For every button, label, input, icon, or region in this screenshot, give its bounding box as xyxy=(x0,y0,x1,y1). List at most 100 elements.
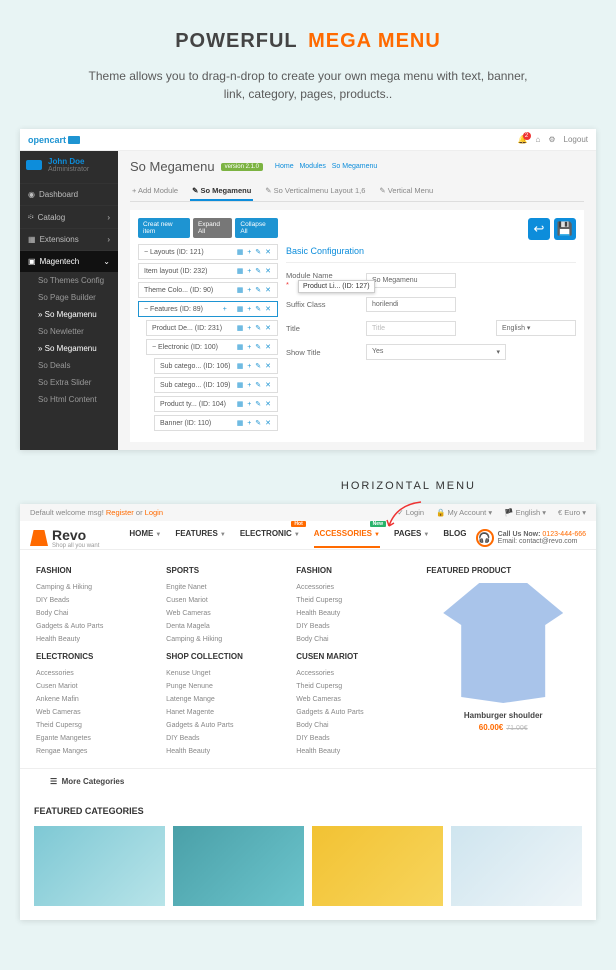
featured-heading: FEATURED PRODUCT xyxy=(426,566,580,575)
sidebar-sub[interactable]: » So Megamenu xyxy=(20,306,118,323)
mega-link[interactable]: Accessories xyxy=(36,667,154,680)
language-switch[interactable]: 🏴 English ▾ xyxy=(504,508,546,517)
mega-link[interactable]: Gadgets & Auto Parts xyxy=(296,706,414,719)
mega-link[interactable]: DIY Beads xyxy=(36,594,154,607)
nav-electronic[interactable]: HotELECTRONIC▼ xyxy=(240,529,300,548)
tree-item[interactable]: Sub catego... (ID: 109)▦ + ✎ ✕ xyxy=(154,377,278,393)
featured-image[interactable] xyxy=(443,583,563,703)
mega-link[interactable]: Camping & Hiking xyxy=(166,633,284,646)
mega-link[interactable]: DIY Beads xyxy=(296,620,414,633)
category-tile[interactable] xyxy=(173,826,304,906)
mega-link[interactable]: Body Chai xyxy=(36,607,154,620)
mega-heading: SPORTS xyxy=(166,566,284,575)
tree-item[interactable]: Theme Colo... (ID: 90)▦ + ✎ ✕ xyxy=(138,282,278,298)
category-tile[interactable] xyxy=(451,826,582,906)
nav-blog[interactable]: BLOG xyxy=(443,529,466,548)
category-tile[interactable] xyxy=(312,826,443,906)
sidebar-sub[interactable]: So Extra Slider xyxy=(20,374,118,391)
mega-link[interactable]: Cusen Mariot xyxy=(36,680,154,693)
mega-link[interactable]: DIY Beads xyxy=(296,732,414,745)
mega-link[interactable]: Health Beauty xyxy=(296,745,414,758)
mega-link[interactable]: Health Beauty xyxy=(166,745,284,758)
mega-link[interactable]: Health Beauty xyxy=(36,633,154,646)
register-link[interactable]: Register xyxy=(106,508,134,517)
mega-link[interactable]: Web Cameras xyxy=(296,693,414,706)
mega-link[interactable]: Gadgets & Auto Parts xyxy=(166,719,284,732)
breadcrumb[interactable]: Home Modules So Megamenu xyxy=(275,163,377,170)
currency-switch[interactable]: € Euro ▾ xyxy=(558,508,586,517)
mega-link[interactable]: Theid Cupersg xyxy=(296,594,414,607)
show-title-select[interactable]: Yes ▾ xyxy=(366,344,506,360)
tree-item[interactable]: Product De... (ID: 231)▦ + ✎ ✕ xyxy=(146,320,278,336)
sidebar-item-catalog[interactable]: ፨Catalog› xyxy=(20,205,118,228)
mega-link[interactable]: Latenge Mange xyxy=(166,693,284,706)
module-name-input[interactable]: So Megamenu xyxy=(366,273,456,288)
mega-link[interactable]: Health Beauty xyxy=(296,607,414,620)
mega-link[interactable]: Gadgets & Auto Parts xyxy=(36,620,154,633)
nav-features[interactable]: FEATURES▼ xyxy=(175,529,225,548)
mega-link[interactable]: Body Chai xyxy=(296,633,414,646)
more-categories[interactable]: ☰ More Categories xyxy=(20,769,596,794)
sidebar-sub[interactable]: So Page Builder xyxy=(20,289,118,306)
mega-link[interactable]: Punge Nenune xyxy=(166,680,284,693)
nav-accessories[interactable]: NewACCESSORIES▼ xyxy=(314,529,380,548)
mega-link[interactable]: Ankene Mafin xyxy=(36,693,154,706)
mega-link[interactable]: Theid Cupersg xyxy=(296,680,414,693)
mega-link[interactable]: Body Chai xyxy=(296,719,414,732)
home-icon[interactable]: ⌂ xyxy=(536,135,541,144)
mega-link[interactable]: Hanet Magente xyxy=(166,706,284,719)
nav-pages[interactable]: PAGES▼ xyxy=(394,529,429,548)
title-input[interactable]: Title xyxy=(366,321,456,336)
save-button[interactable]: 💾 xyxy=(554,218,576,240)
tree-item[interactable]: Sub catego... (ID: 106)▦ + ✎ ✕ xyxy=(154,358,278,374)
mega-link[interactable]: DIY Beads xyxy=(166,732,284,745)
create-item-button[interactable]: Creat new item xyxy=(138,218,190,238)
sidebar-sub[interactable]: So Themes Config xyxy=(20,272,118,289)
sidebar-item-dashboard[interactable]: ◉Dashboard xyxy=(20,183,118,205)
mega-link[interactable]: Rengae Manges xyxy=(36,745,154,758)
mega-link[interactable]: Accessories xyxy=(296,667,414,680)
mega-link[interactable]: Camping & Hiking xyxy=(36,581,154,594)
tree-item-selected[interactable]: − Features (ID: 89)+ ▦ + ✎ ✕ xyxy=(138,301,278,317)
mega-link[interactable]: Engite Nanet xyxy=(166,581,284,594)
mega-link[interactable]: Web Cameras xyxy=(166,607,284,620)
sidebar-item-magentech[interactable]: ▣Magentech⌄ xyxy=(20,250,118,272)
my-account[interactable]: 🔒 My Account ▾ xyxy=(436,508,492,517)
collapse-all-button[interactable]: Collapse All xyxy=(235,218,278,238)
featured-name[interactable]: Hamburger shoulder xyxy=(426,711,580,720)
notification-bell-icon[interactable]: 🔔2 xyxy=(518,135,528,144)
settings-icon[interactable]: ⚙ xyxy=(548,135,555,144)
tab-add-module[interactable]: + Add Module xyxy=(130,182,180,201)
mega-heading: FASHION xyxy=(36,566,154,575)
tab-so-megamenu[interactable]: ✎ So Megamenu xyxy=(190,182,253,201)
logout-link[interactable]: Logout xyxy=(564,135,588,144)
revo-logo[interactable]: RevoShop all you want xyxy=(30,527,99,549)
mega-link[interactable]: Theid Cupersg xyxy=(36,719,154,732)
mega-link[interactable]: Egante Mangetes xyxy=(36,732,154,745)
tree-item[interactable]: Product ty... (ID: 104)▦ + ✎ ✕ xyxy=(154,396,278,412)
expand-all-button[interactable]: Expand All xyxy=(193,218,232,238)
login-link[interactable]: Login xyxy=(145,508,163,517)
mega-link[interactable]: Denta Magela xyxy=(166,620,284,633)
mega-link[interactable]: Kenuse Unget xyxy=(166,667,284,680)
category-tile[interactable] xyxy=(34,826,165,906)
suffix-input[interactable]: horilendi xyxy=(366,297,456,312)
sidebar-sub[interactable]: So Newletter xyxy=(20,323,118,340)
mega-link[interactable]: Web Cameras xyxy=(36,706,154,719)
sidebar-sub[interactable]: » So Megamenu xyxy=(20,340,118,357)
sidebar-sub[interactable]: So Html Content xyxy=(20,391,118,408)
sidebar-sub[interactable]: So Deals xyxy=(20,357,118,374)
tree-item[interactable]: − Layouts (ID: 121)▦ + ✎ ✕ xyxy=(138,244,278,260)
undo-button[interactable]: ↩ xyxy=(528,218,550,240)
nav-home[interactable]: HOME▼ xyxy=(129,529,161,548)
tree-item[interactable]: − Electronic (ID: 100)▦ + ✎ ✕ xyxy=(146,339,278,355)
language-select[interactable]: English ▾ xyxy=(496,320,576,336)
sidebar-item-extensions[interactable]: ▦Extensions› xyxy=(20,228,118,250)
tab-verticalmenu[interactable]: ✎ So Verticalmenu Layout 1,6 xyxy=(263,182,367,201)
tab-vertical[interactable]: ✎ Vertical Menu xyxy=(377,182,435,201)
mega-link[interactable]: Accessories xyxy=(296,581,414,594)
tree-item[interactable]: Item layout (ID: 232)▦ + ✎ ✕ xyxy=(138,263,278,279)
tree-item[interactable]: Banner (ID: 110)▦ + ✎ ✕ xyxy=(154,415,278,431)
mega-heading: CUSEN MARIOT xyxy=(296,652,414,661)
mega-link[interactable]: Cusen Mariot xyxy=(166,594,284,607)
